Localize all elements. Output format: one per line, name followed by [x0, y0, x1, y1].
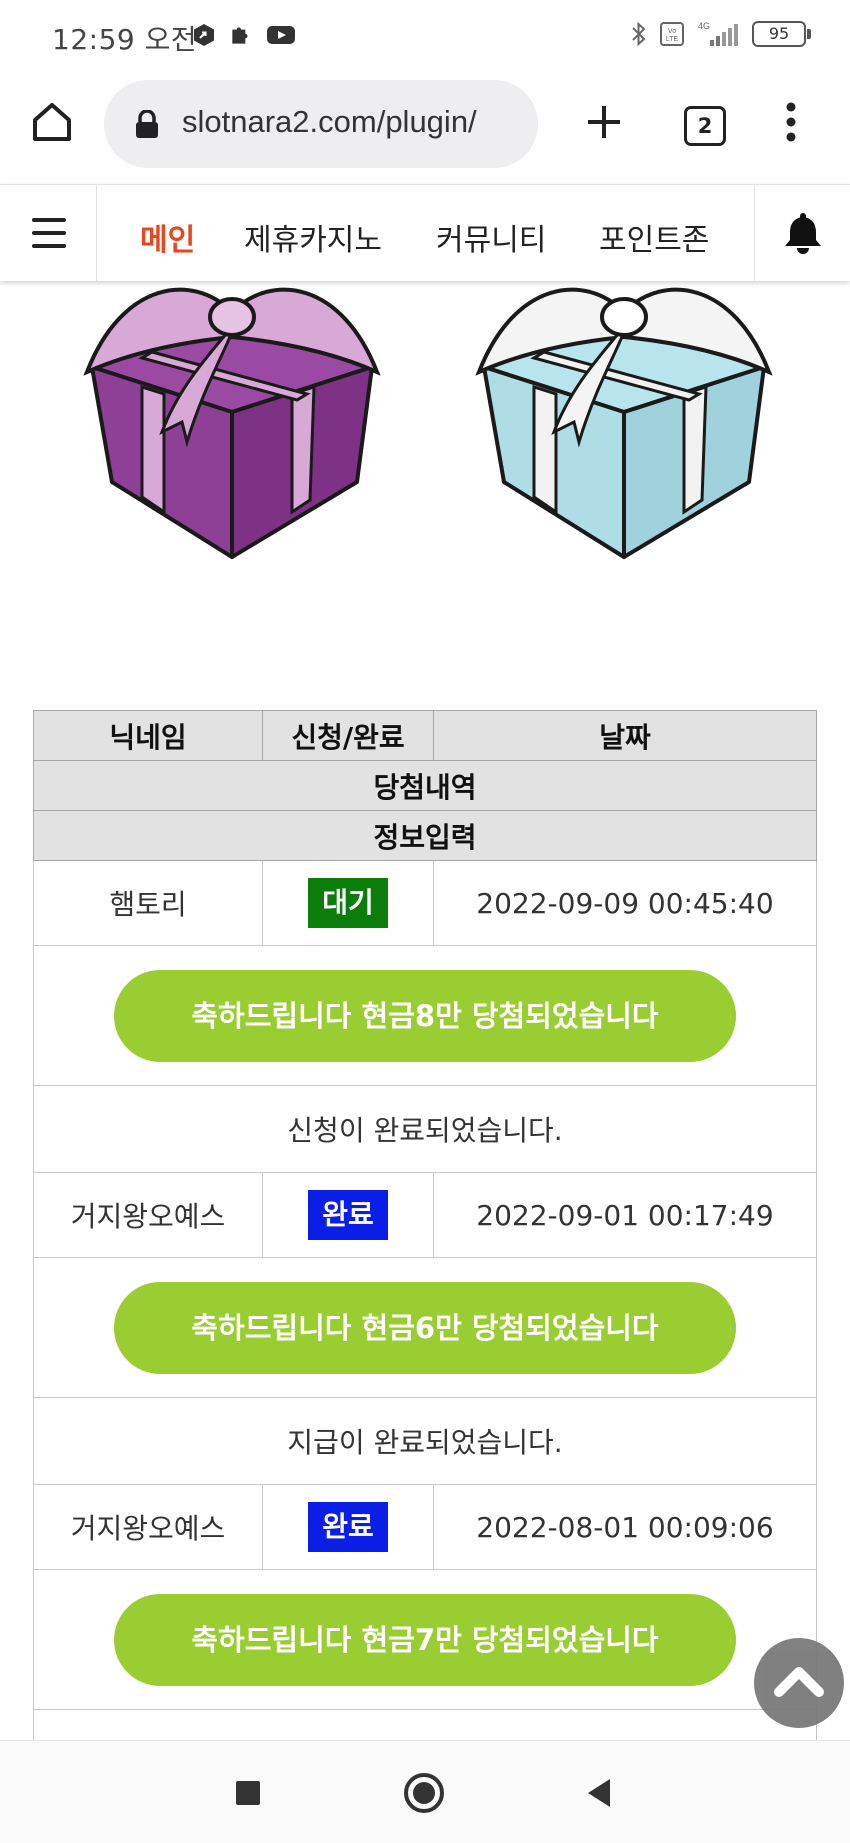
url-text[interactable]: slotnara2.com/plugin/ [182, 104, 526, 140]
tab-switcher-button[interactable]: 2 [684, 106, 726, 146]
site-nav: 메인 제휴카지노 커뮤니티 포인트존 [0, 184, 850, 281]
date-cell: 2022-09-01 00:17:49 [433, 1172, 817, 1258]
recents-icon[interactable] [226, 1771, 270, 1815]
date-cell: 2022-09-09 00:45:40 [433, 860, 817, 946]
prize-button[interactable]: 축하드립니다 현금6만 당첨되었습니다 [114, 1281, 736, 1374]
status-cell: 완료 [262, 1484, 434, 1570]
prize-cell: 축하드립니다 현금7만 당첨되었습니다 [33, 1569, 817, 1710]
svg-text:Vo: Vo [668, 28, 676, 35]
status-message: 신청이 완료되었습니다. [33, 1085, 817, 1173]
puzzle-icon [232, 27, 248, 44]
bell-icon[interactable] [781, 210, 825, 256]
header-win-history: 당첨내역 [33, 760, 817, 811]
system-nav-bar [0, 1740, 850, 1843]
table-row: 거지왕오예스 완료 2022-08-01 00:09:06 [33, 1484, 817, 1570]
notification-icons [192, 22, 296, 48]
header-date: 날짜 [433, 710, 817, 761]
back-icon[interactable] [578, 1771, 622, 1815]
status-cell: 대기 [262, 860, 434, 946]
chevron-up-icon[interactable] [754, 1638, 844, 1728]
table-row: 거지왕오예스 완료 2022-09-01 00:17:49 [33, 1172, 817, 1258]
table-header-row: 닉네임 신청/완료 날짜 [33, 710, 817, 761]
svg-text:4G: 4G [698, 21, 710, 31]
winners-table: 닉네임 신청/완료 날짜 당첨내역 정보입력 햄토리 대기 2022-09-09… [33, 710, 817, 1797]
purple-gift-image[interactable] [82, 272, 382, 562]
nickname-cell: 거지왕오예스 [33, 1484, 263, 1570]
nav-item-casino[interactable]: 제휴카지노 [244, 215, 382, 259]
status-cell: 완료 [262, 1172, 434, 1258]
status-message: 지급이 완료되었습니다. [33, 1397, 817, 1485]
signal-icon: 4G [698, 21, 738, 46]
table-row: 햄토리 대기 2022-09-09 00:45:40 [33, 860, 817, 946]
nav-item-main[interactable]: 메인 [140, 215, 195, 259]
date-cell: 2022-08-01 00:09:06 [433, 1484, 817, 1570]
nav-item-point-zone[interactable]: 포인트존 [599, 215, 709, 259]
status-badge: 대기 [308, 878, 388, 928]
status-time: 12:59 오전 [52, 23, 198, 56]
volte-icon: VoLTE [660, 22, 684, 46]
system-icons: Vo LTE 4G 95 [630, 20, 811, 48]
home-icon[interactable] [28, 98, 76, 146]
lock-icon[interactable] [134, 110, 160, 138]
blue-gift-image[interactable] [474, 272, 774, 562]
plus-icon[interactable] [580, 98, 628, 146]
prize-button[interactable]: 축하드립니다 현금7만 당첨되었습니다 [114, 1593, 736, 1686]
app-notification-icon [194, 24, 214, 46]
nav-item-community[interactable]: 커뮤니티 [436, 215, 546, 259]
prize-cell: 축하드립니다 현금6만 당첨되었습니다 [33, 1257, 817, 1398]
bluetooth-icon [632, 21, 646, 47]
scroll-to-top-button[interactable] [754, 1638, 844, 1728]
hamburger-menu-icon[interactable] [0, 185, 97, 281]
prize-cell: 축하드립니다 현금8만 당첨되었습니다 [33, 945, 817, 1086]
header-status: 신청/완료 [262, 710, 434, 761]
home-circle-icon[interactable] [402, 1771, 446, 1815]
address-bar[interactable]: slotnara2.com/plugin/ [104, 80, 538, 168]
status-badge: 완료 [308, 1502, 388, 1552]
nickname-cell: 거지왕오예스 [33, 1172, 263, 1258]
status-badge: 완료 [308, 1190, 388, 1240]
more-vert-icon[interactable] [776, 98, 806, 146]
status-bar: 12:59 오전 Vo LTE 4G 95 [0, 0, 850, 76]
browser-toolbar: slotnara2.com/plugin/ 2 [0, 76, 850, 182]
svg-text:LTE: LTE [666, 36, 679, 43]
header-info-input: 정보입력 [33, 810, 817, 861]
notification-button[interactable] [754, 185, 850, 281]
header-nickname: 닉네임 [33, 710, 263, 761]
nickname-cell: 햄토리 [33, 860, 263, 946]
battery-icon: 95 [752, 21, 811, 47]
youtube-icon [267, 26, 295, 44]
prize-button[interactable]: 축하드립니다 현금8만 당첨되었습니다 [114, 969, 736, 1062]
